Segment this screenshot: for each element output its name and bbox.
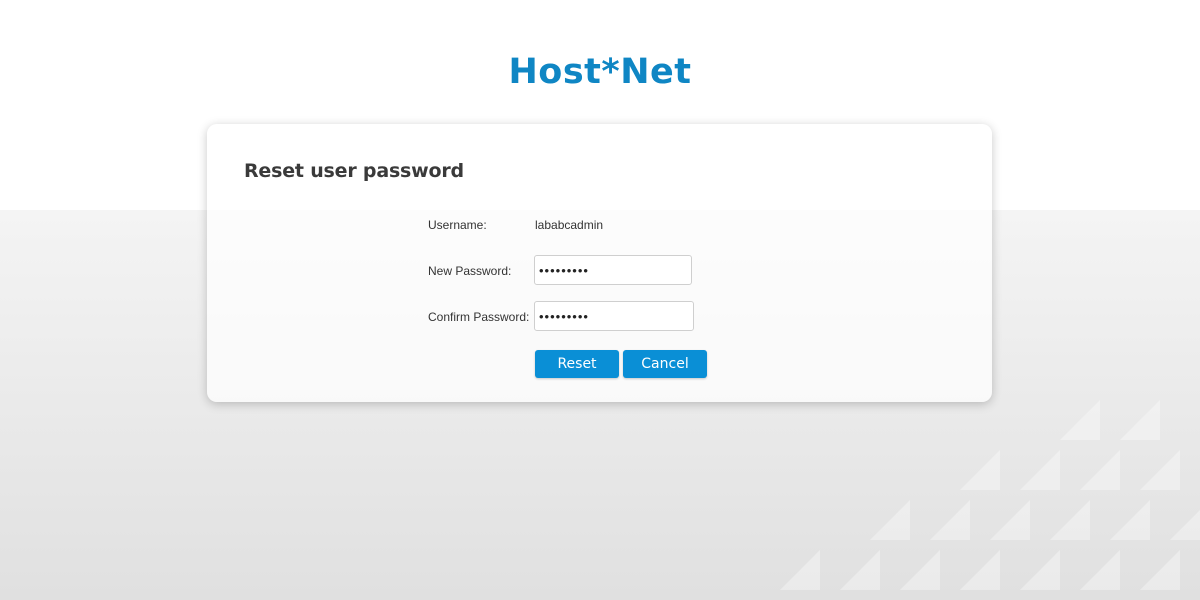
page-title: Reset user password bbox=[244, 160, 464, 182]
background-arrow-pattern bbox=[780, 400, 1200, 590]
hostnet-logo: Host*Net bbox=[508, 52, 692, 92]
confirm-password-field[interactable] bbox=[534, 301, 694, 331]
username-value: lababcadmin bbox=[535, 218, 604, 232]
new-password-field[interactable] bbox=[534, 255, 692, 285]
confirm-password-label: Confirm Password: bbox=[428, 310, 530, 324]
username-label: Username: bbox=[428, 218, 487, 232]
cancel-button[interactable]: Cancel bbox=[623, 350, 707, 378]
reset-password-card: Reset user password Username: lababcadmi… bbox=[207, 124, 992, 402]
reset-button[interactable]: Reset bbox=[535, 350, 619, 378]
new-password-label: New Password: bbox=[428, 264, 512, 278]
